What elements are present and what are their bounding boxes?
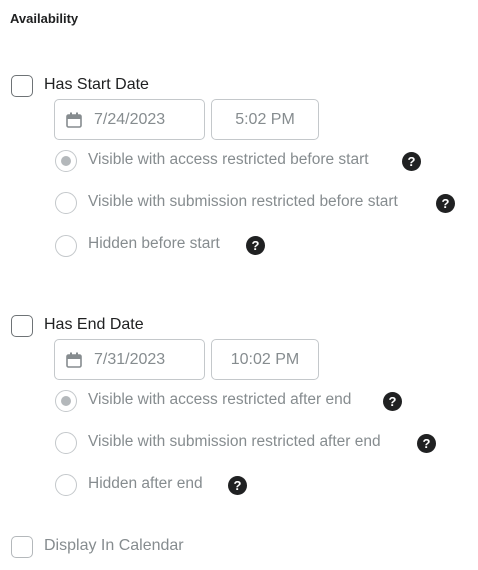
start-option-radio-2[interactable] (55, 192, 77, 214)
radio-selected-dot (61, 396, 71, 406)
start-date-input[interactable]: 7/24/2023 (54, 99, 205, 140)
display-in-calendar-label: Display In Calendar (44, 537, 184, 554)
start-time-input[interactable]: 5:02 PM (211, 99, 319, 140)
start-option-label-1: Visible with access restricted before st… (88, 151, 369, 168)
help-icon[interactable]: ? (383, 392, 402, 411)
has-start-date-label: Has Start Date (44, 76, 149, 93)
start-option-label-3: Hidden before start (88, 235, 220, 252)
display-in-calendar-checkbox[interactable] (11, 536, 33, 558)
radio-selected-dot (61, 156, 71, 166)
calendar-icon (66, 352, 82, 368)
end-date-input[interactable]: 7/31/2023 (54, 339, 205, 380)
start-time-value: 5:02 PM (235, 110, 295, 128)
help-icon[interactable]: ? (436, 194, 455, 213)
end-option-radio-1[interactable] (55, 390, 77, 412)
start-date-value: 7/24/2023 (94, 110, 166, 128)
help-icon[interactable]: ? (246, 236, 265, 255)
calendar-icon (66, 112, 82, 128)
start-option-label-2: Visible with submission restricted befor… (88, 193, 398, 210)
has-end-date-label: Has End Date (44, 316, 144, 333)
end-time-value: 10:02 PM (230, 350, 300, 368)
end-option-label-3: Hidden after end (88, 475, 203, 492)
start-option-radio-3[interactable] (55, 235, 77, 257)
help-icon[interactable]: ? (402, 152, 421, 171)
end-option-label-2: Visible with submission restricted after… (88, 433, 381, 450)
availability-title: Availability (10, 11, 79, 26)
end-option-label-1: Visible with access restricted after end (88, 391, 352, 408)
has-end-date-checkbox[interactable] (11, 315, 33, 337)
end-time-input[interactable]: 10:02 PM (211, 339, 319, 380)
has-start-date-checkbox[interactable] (11, 75, 33, 97)
help-icon[interactable]: ? (417, 434, 436, 453)
start-option-radio-1[interactable] (55, 150, 77, 172)
end-option-radio-2[interactable] (55, 432, 77, 454)
end-date-value: 7/31/2023 (94, 350, 166, 368)
end-option-radio-3[interactable] (55, 474, 77, 496)
help-icon[interactable]: ? (228, 476, 247, 495)
